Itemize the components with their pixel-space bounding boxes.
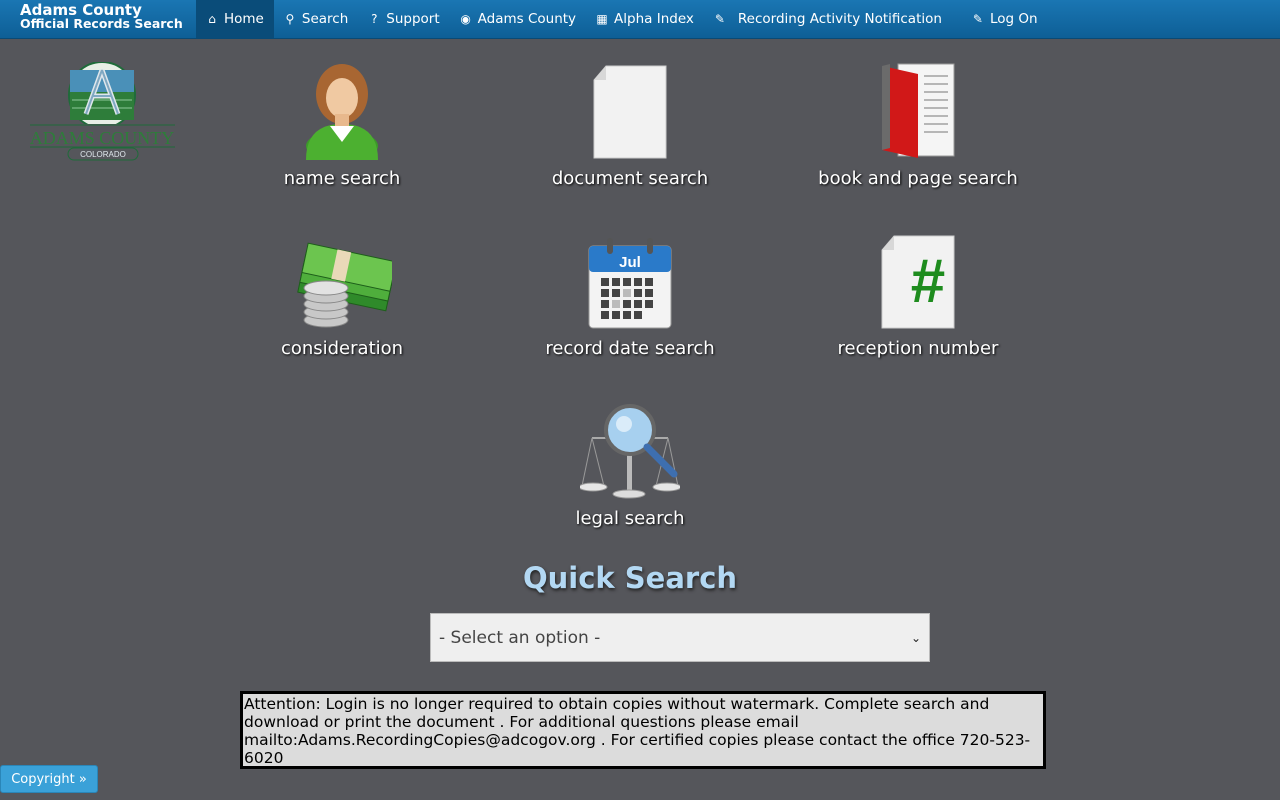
nav-log-on[interactable]: ✎ Log On bbox=[962, 0, 1048, 38]
scales-magnifier-icon bbox=[510, 400, 750, 500]
money-icon bbox=[222, 230, 462, 330]
quick-search-title: Quick Search bbox=[522, 561, 738, 595]
brand-title: Adams County bbox=[20, 1, 142, 19]
tile-legal-search-label: legal search bbox=[575, 508, 685, 529]
tile-book-page-search-label: book and page search bbox=[818, 168, 1018, 189]
tile-document-search-label: document search bbox=[551, 168, 709, 189]
document-icon bbox=[510, 60, 750, 160]
table-icon: ▦ bbox=[596, 12, 608, 26]
nav-home-label: Home bbox=[224, 11, 264, 27]
tile-name-search[interactable]: name search bbox=[222, 60, 462, 189]
tile-document-search[interactable]: document search bbox=[510, 60, 750, 189]
attention-notice: Attention: Login is no longer required t… bbox=[240, 691, 1046, 769]
tile-record-date-search[interactable]: Jul record date search bbox=[510, 230, 750, 359]
pencil-icon: ✎ bbox=[972, 12, 983, 26]
nav-log-on-label: Log On bbox=[989, 11, 1038, 27]
quick-search-selected-value: - Select an option - bbox=[439, 627, 601, 648]
home-icon: ⌂ bbox=[208, 12, 216, 26]
hash-document-icon: # bbox=[798, 230, 1038, 330]
search-icon: ⚲ bbox=[285, 12, 295, 26]
tile-book-page-search[interactable]: book and page search bbox=[798, 60, 1038, 189]
chevron-down-icon: ⌄ bbox=[910, 630, 921, 645]
globe-icon: ◉ bbox=[460, 12, 471, 26]
logo-state: COLORADO bbox=[80, 150, 126, 159]
question-icon: ? bbox=[371, 12, 378, 26]
tile-reception-number-label: reception number bbox=[837, 338, 999, 359]
nav-search-label: Search bbox=[301, 11, 349, 27]
top-navbar: Adams County Official Records Search ⌂ H… bbox=[0, 0, 1280, 39]
tile-reception-number[interactable]: # reception number bbox=[798, 230, 1038, 359]
nav-search[interactable]: ⚲ Search bbox=[274, 0, 358, 38]
nav-support-label: Support bbox=[386, 11, 440, 27]
calendar-icon: Jul bbox=[510, 230, 750, 330]
hash-symbol: # bbox=[911, 247, 945, 316]
nav-adams-county[interactable]: ◉ Adams County bbox=[450, 0, 586, 38]
wrench-icon: ✎ bbox=[714, 12, 725, 26]
book-icon bbox=[798, 60, 1038, 160]
tile-consideration-label: consideration bbox=[280, 338, 404, 359]
tile-record-date-search-label: record date search bbox=[545, 338, 715, 359]
copyright-button[interactable]: Copyright » bbox=[0, 765, 98, 793]
nav-adams-county-label: Adams County bbox=[477, 11, 577, 27]
nav-recording-activity[interactable]: ✎ Recording Activity Notification bbox=[704, 0, 952, 38]
tile-name-search-label: name search bbox=[283, 168, 401, 189]
nav-alpha-index[interactable]: ▦ Alpha Index bbox=[586, 0, 704, 38]
brand[interactable]: Adams County Official Records Search bbox=[0, 0, 196, 38]
tile-consideration[interactable]: consideration bbox=[222, 230, 462, 359]
quick-search-select[interactable]: - Select an option - ⌄ bbox=[430, 613, 930, 662]
brand-subtitle: Official Records Search bbox=[20, 16, 183, 31]
logo-name: ADAMS COUNTY bbox=[30, 128, 174, 148]
nav-home[interactable]: ⌂ Home bbox=[196, 0, 274, 38]
county-logo[interactable]: ADAMS COUNTY COLORADO bbox=[30, 61, 175, 162]
nav-alpha-index-label: Alpha Index bbox=[614, 11, 694, 27]
nav-recording-activity-label: Recording Activity Notification bbox=[737, 11, 942, 27]
person-icon bbox=[222, 60, 462, 160]
tile-legal-search[interactable]: legal search bbox=[510, 400, 750, 529]
calendar-month: Jul bbox=[619, 254, 641, 271]
nav-support[interactable]: ? Support bbox=[358, 0, 449, 38]
